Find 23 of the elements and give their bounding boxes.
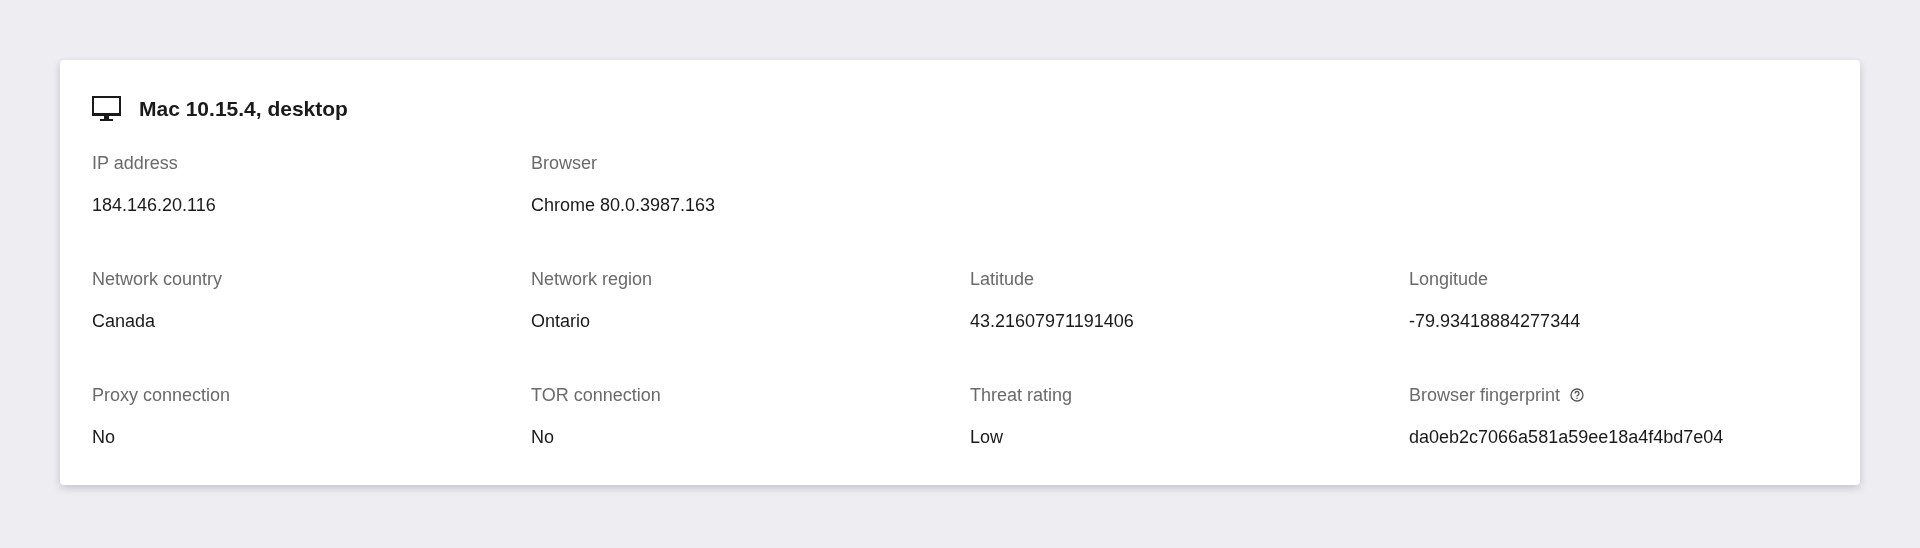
field-label: Network country bbox=[92, 268, 223, 290]
field-label: Network region bbox=[531, 268, 653, 290]
field-label: Threat rating bbox=[970, 384, 1073, 406]
help-icon[interactable] bbox=[1570, 388, 1585, 402]
field-label: Browser fingerprint bbox=[1409, 384, 1561, 406]
field-value: No bbox=[92, 426, 116, 449]
field-label: Browser bbox=[531, 152, 597, 174]
field-value: Low bbox=[970, 426, 1005, 449]
monitor-icon bbox=[92, 96, 121, 122]
field-value: -79.93418884277344 bbox=[1409, 310, 1582, 333]
field-value: Chrome 80.0.3987.163 bbox=[531, 194, 717, 217]
field-value: 184.146.20.116 bbox=[92, 194, 217, 217]
field-value: 43.21607971191406 bbox=[970, 310, 1135, 333]
field-label: IP address bbox=[92, 152, 178, 174]
field-label: Latitude bbox=[970, 268, 1035, 290]
device-title: Mac 10.15.4, desktop bbox=[139, 97, 348, 121]
field-label: Longitude bbox=[1409, 268, 1489, 290]
field-label: TOR connection bbox=[531, 384, 661, 406]
field-value: da0eb2c7066a581a59ee18a4f4bd7e04 bbox=[1409, 426, 1725, 449]
field-value: Canada bbox=[92, 310, 157, 333]
field-value: No bbox=[531, 426, 555, 449]
field-label: Proxy connection bbox=[92, 384, 231, 406]
field-value: Ontario bbox=[531, 310, 592, 333]
